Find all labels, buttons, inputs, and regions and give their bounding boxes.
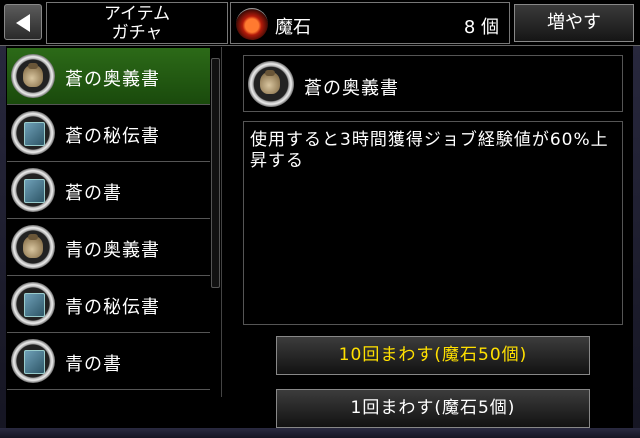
bag-icon — [11, 54, 55, 98]
page-title-line-1: アイテム — [103, 4, 171, 24]
bag-icon — [11, 225, 55, 269]
list-item-label: 青の書 — [65, 354, 122, 375]
frame-left-edge — [0, 0, 6, 438]
bag-icon — [248, 61, 294, 107]
page-title-line-2: ガチャ — [111, 23, 163, 43]
list-item-label: 蒼の書 — [65, 183, 122, 204]
detail-item-name: 蒼の奥義書 — [304, 78, 399, 99]
spin-1-button[interactable]: 1回まわす(魔石5個) — [276, 389, 590, 428]
frame-bottom-edge — [0, 428, 640, 438]
currency-count: 8 個 — [463, 17, 499, 38]
list-item[interactable]: 青の秘伝書 — [7, 276, 210, 333]
book-icon — [11, 111, 55, 155]
currency-name: 魔石 — [275, 17, 311, 38]
back-button[interactable] — [4, 4, 42, 40]
increase-button[interactable]: 増やす — [514, 4, 634, 42]
page-title: アイテム ガチャ — [46, 2, 228, 44]
spin-10-button[interactable]: 10回まわす(魔石50個) — [276, 336, 590, 375]
frame-right-edge — [633, 0, 640, 438]
list-item[interactable]: 青の奥義書 — [7, 219, 210, 276]
list-item[interactable]: 青の書 — [7, 333, 210, 390]
item-list: 蒼の奥義書蒼の秘伝書蒼の書青の奥義書青の秘伝書青の書 — [7, 47, 222, 397]
magic-stone-icon — [236, 8, 268, 40]
header-bar: アイテム ガチャ 魔石 8 個 増やす — [0, 0, 640, 46]
list-item-label: 蒼の秘伝書 — [65, 126, 160, 147]
list-item-label: 青の奥義書 — [65, 240, 160, 261]
list-item-label: 青の秘伝書 — [65, 297, 160, 318]
detail-header: 蒼の奥義書 — [243, 55, 623, 112]
book-icon — [11, 168, 55, 212]
detail-description-box: 使用すると3時間獲得ジョブ経験値が60%上昇する — [243, 121, 623, 325]
detail-description: 使用すると3時間獲得ジョブ経験値が60%上昇する — [250, 130, 609, 171]
list-item[interactable]: 蒼の奥義書 — [7, 48, 210, 105]
list-scrollbar[interactable] — [211, 58, 220, 288]
back-arrow-icon — [16, 14, 30, 32]
list-item-label: 蒼の奥義書 — [65, 69, 160, 90]
book-icon — [11, 339, 55, 383]
currency-display: 魔石 8 個 — [230, 2, 510, 44]
list-item[interactable]: 蒼の秘伝書 — [7, 105, 210, 162]
book-icon — [11, 282, 55, 326]
list-item[interactable]: 蒼の書 — [7, 162, 210, 219]
